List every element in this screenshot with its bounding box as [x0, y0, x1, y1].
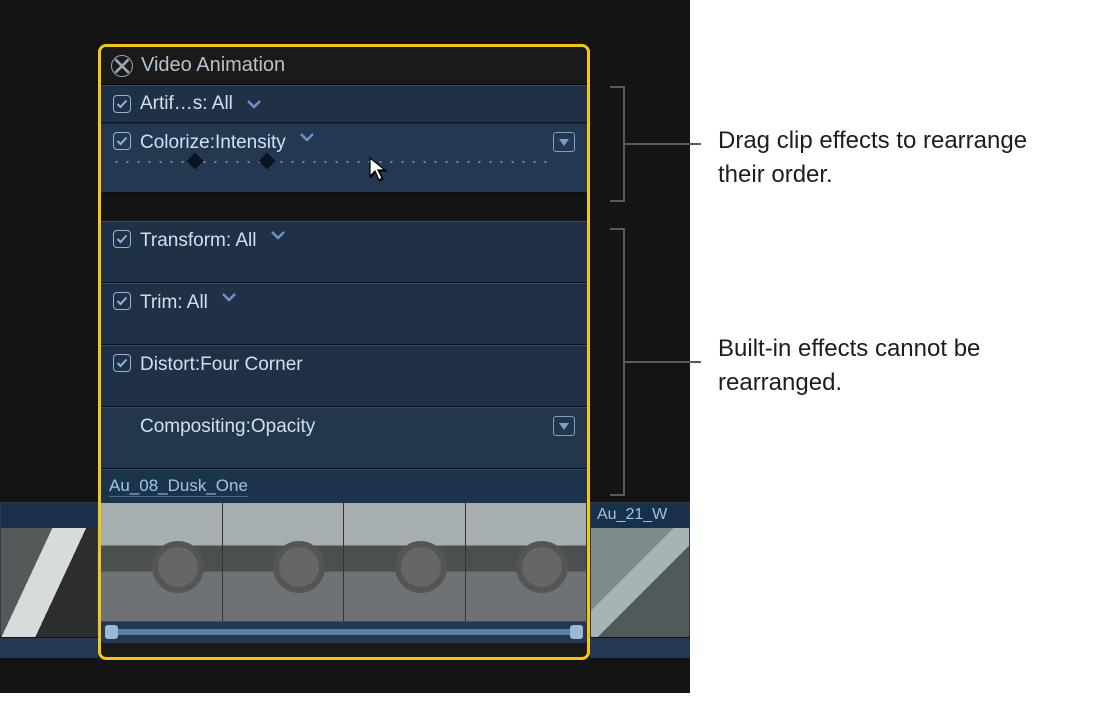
filmstrip-thumb [466, 503, 588, 621]
close-icon[interactable] [111, 55, 133, 77]
filmstrip-thumb [101, 503, 223, 621]
timeline-scrub-left[interactable] [0, 638, 98, 658]
effect-row-distort[interactable]: Distort:Four Corner [101, 345, 587, 407]
chevron-down-icon[interactable] [299, 132, 315, 143]
filmstrip-thumb [344, 503, 466, 621]
clip-name-row: Au_08_Dusk_One [101, 469, 587, 503]
annotation-layer: Drag clip effects to rearrange their ord… [600, 0, 1080, 713]
panel-title: Video Animation [141, 54, 285, 77]
effect-row-compositing[interactable]: Compositing:Opacity [101, 407, 587, 469]
panel-header: Video Animation [101, 47, 587, 85]
section-gap [101, 193, 587, 221]
disclosure-button[interactable] [553, 132, 575, 152]
clip-filmstrip[interactable] [101, 503, 587, 621]
effect-label: Transform: All [140, 230, 257, 252]
checkbox-icon[interactable] [113, 230, 131, 248]
filmstrip-thumb [223, 503, 345, 621]
effect-row-colorize[interactable]: Colorize:Intensity [101, 123, 587, 193]
checkbox-icon[interactable] [113, 132, 131, 150]
effect-label: Trim: All [140, 292, 208, 314]
effect-row-artifacts[interactable]: Artif…s: All [101, 85, 587, 123]
effect-label: Artif…s: All [140, 93, 233, 115]
clip-name-label: Au_08_Dusk_One [109, 476, 248, 497]
effect-label: Compositing:Opacity [140, 416, 315, 438]
video-animation-panel: Video Animation Artif…s: All Colorize:In… [98, 44, 590, 660]
annotation-drag: Drag clip effects to rearrange their ord… [718, 124, 1048, 191]
checkbox-icon[interactable] [113, 354, 131, 372]
keyframe-icon[interactable] [259, 153, 276, 170]
chevron-down-icon[interactable] [246, 99, 262, 110]
timeline-clip-left[interactable] [0, 502, 98, 636]
checkbox-icon[interactable] [113, 95, 131, 113]
annotation-builtin: Built-in effects cannot be rearranged. [718, 332, 1048, 399]
bracket-bottom [610, 228, 625, 496]
keyframe-track[interactable] [111, 157, 551, 171]
cursor-icon [368, 156, 390, 188]
chevron-down-icon[interactable] [270, 230, 286, 241]
disclosure-button[interactable] [553, 416, 575, 436]
effect-label: Colorize:Intensity [140, 132, 286, 154]
effect-row-trim[interactable]: Trim: All [101, 283, 587, 345]
scrub-handle-left[interactable] [105, 625, 118, 639]
keyframe-icon[interactable] [187, 153, 204, 170]
chevron-down-icon[interactable] [221, 292, 237, 303]
scrub-handle-right[interactable] [570, 625, 583, 639]
clip-scrub-bar[interactable] [101, 621, 587, 643]
checkbox-icon[interactable] [113, 292, 131, 310]
editor-dark-bg: Au_21_W Video Animation Artif…s: All [0, 0, 690, 693]
bracket-top [610, 86, 625, 202]
effect-row-transform[interactable]: Transform: All [101, 221, 587, 283]
effect-label: Distort:Four Corner [140, 354, 303, 376]
